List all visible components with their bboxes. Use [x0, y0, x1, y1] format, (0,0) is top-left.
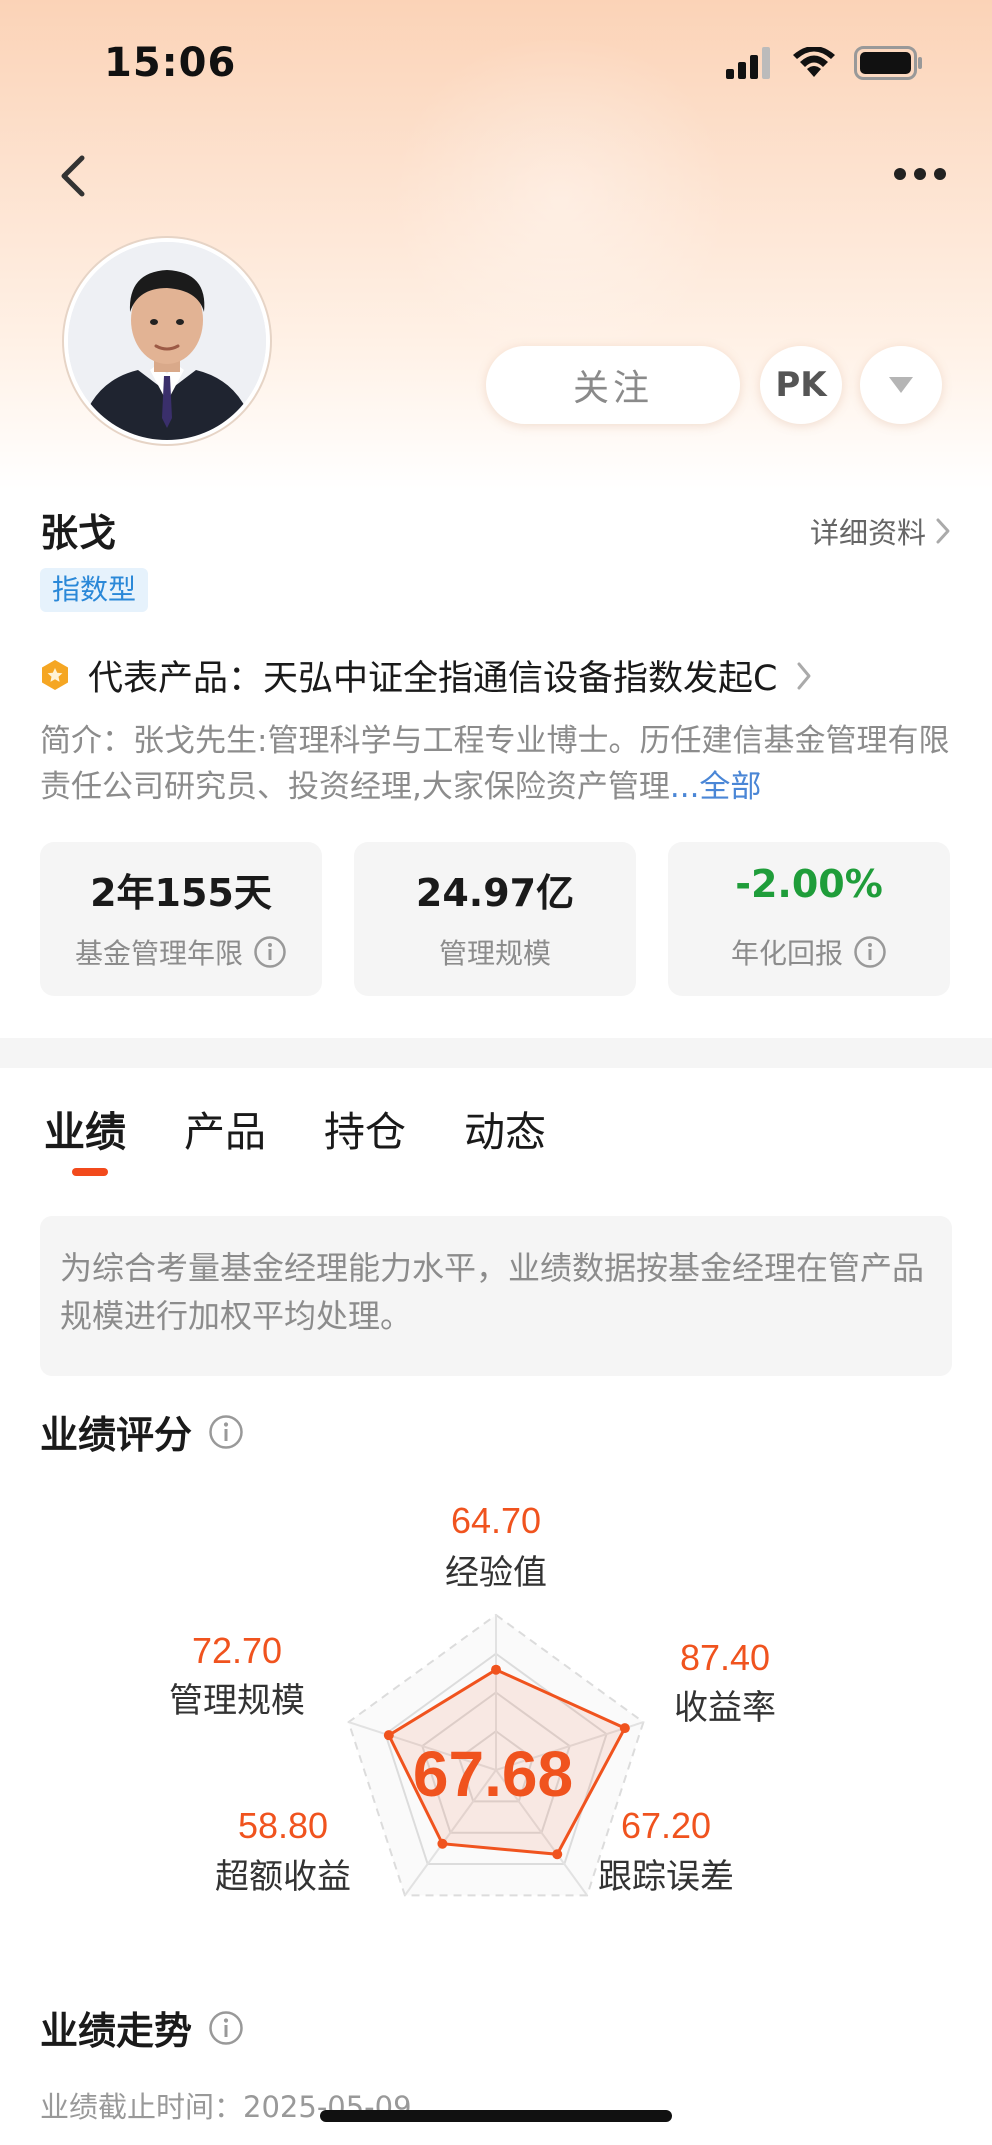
tab-performance[interactable]: 业绩 — [44, 1098, 126, 1158]
pk-button[interactable]: PK — [760, 346, 842, 424]
tab-holdings[interactable]: 持仓 — [324, 1098, 406, 1158]
tab-products[interactable]: 产品 — [184, 1098, 266, 1158]
intro-expand-link[interactable]: ...全部 — [670, 769, 762, 805]
stat-value: 2年155天 — [90, 871, 272, 915]
stat-card-tenure: 2年155天 基金管理年限 — [40, 842, 322, 996]
section-divider — [0, 1038, 992, 1068]
cellular-signal-icon — [726, 47, 770, 79]
triangle-down-icon — [889, 377, 913, 393]
stat-label-text: 管理规模 — [438, 937, 551, 970]
stat-label: 管理规模 — [354, 932, 636, 972]
score-section-title: 业绩评分 — [40, 1404, 244, 1459]
intro-text: 简介：张戈先生:管理科学与工程专业博士。历任建信基金管理有限责任公司研究员、投资… — [40, 723, 950, 805]
chevron-left-icon — [61, 155, 85, 197]
performance-notice: 为综合考量基金经理能力水平，业绩数据按基金经理在管产品规模进行加权平均处理。 — [40, 1216, 952, 1376]
radar-value-label: 58.80 — [238, 1805, 328, 1846]
radar-data-point — [383, 1730, 394, 1741]
manager-name: 张戈 — [40, 511, 117, 555]
score-radar-chart: 67.68 64.70 经验值 87.40 收益率 67.20 跟踪误差 58.80 超额收益 7… — [169, 1500, 776, 1897]
home-indicator — [320, 2110, 672, 2122]
follow-button[interactable]: 关注 — [486, 346, 740, 424]
radar-data-point — [552, 1849, 563, 1860]
radar-dimension-label: 跟踪误差 — [598, 1857, 734, 1897]
battery-icon — [854, 46, 922, 80]
info-icon[interactable] — [853, 935, 887, 969]
back-button[interactable] — [50, 148, 98, 204]
medal-icon — [42, 659, 68, 690]
radar-dimension-label: 管理规模 — [169, 1681, 305, 1721]
chevron-right-icon — [797, 662, 811, 689]
detail-info-label: 详细资料 — [809, 516, 926, 550]
stat-value: 24.97亿 — [415, 871, 575, 915]
stat-card-aum: 24.97亿 管理规模 — [354, 842, 636, 996]
stat-label: 基金管理年限 — [40, 932, 322, 972]
more-button[interactable] — [892, 158, 948, 190]
radar-value-label: 64.70 — [451, 1500, 541, 1541]
date-label: 业绩截止时间： — [40, 2090, 244, 2124]
tab-updates[interactable]: 动态 — [464, 1098, 546, 1158]
radar-data-point — [491, 1664, 501, 1675]
manager-intro: 简介：张戈先生:管理科学与工程专业博士。历任建信基金管理有限责任公司研究员、投资… — [40, 718, 952, 810]
trend-title-text: 业绩走势 — [40, 2009, 193, 2053]
wifi-icon — [793, 47, 835, 77]
chevron-right-icon — [936, 518, 950, 544]
info-icon[interactable] — [208, 2010, 244, 2046]
dropdown-button[interactable] — [860, 346, 942, 424]
product-label: 代表产品： — [88, 659, 264, 699]
info-icon[interactable] — [253, 935, 287, 969]
radar-value-label: 72.70 — [192, 1630, 282, 1671]
status-time: 15:06 — [104, 40, 237, 86]
product-name: 天弘中证全指通信设备指数发起C — [263, 659, 778, 699]
radar-data-point — [437, 1838, 448, 1849]
score-title-text: 业绩评分 — [40, 1413, 193, 1457]
detail-info-link[interactable]: 详细资料 — [810, 510, 952, 552]
radar-dimension-label: 收益率 — [674, 1688, 776, 1728]
tab-bar: 业绩 产品 持仓 动态 — [44, 1098, 546, 1158]
radar-total-score: 67.68 — [413, 1738, 573, 1810]
status-icons — [726, 46, 924, 80]
info-icon[interactable] — [208, 1414, 244, 1450]
trend-section-title: 业绩走势 — [40, 2000, 244, 2055]
more-dots-icon — [894, 168, 946, 180]
status-bar: 15:06 — [0, 0, 992, 130]
radar-data-point — [619, 1723, 630, 1734]
person-portrait-icon — [68, 242, 266, 440]
radar-dimension-label: 超额收益 — [215, 1857, 351, 1897]
representative-product[interactable]: 代表产品： 天弘中证全指通信设备指数发起C — [40, 650, 813, 701]
active-tab-indicator — [72, 1168, 108, 1176]
radar-value-label: 67.20 — [621, 1805, 711, 1846]
stat-label: 年化回报 — [668, 932, 950, 972]
radar-dimension-label: 经验值 — [445, 1553, 547, 1593]
stat-card-return: -2.00% 年化回报 — [668, 842, 950, 996]
fund-type-badge: 指数型 — [40, 568, 149, 612]
stat-label-text: 基金管理年限 — [74, 937, 243, 970]
radar-value-label: 87.40 — [680, 1637, 770, 1678]
stat-value: -2.00% — [735, 862, 883, 906]
stat-label-text: 年化回报 — [730, 937, 843, 970]
manager-avatar — [64, 238, 270, 444]
